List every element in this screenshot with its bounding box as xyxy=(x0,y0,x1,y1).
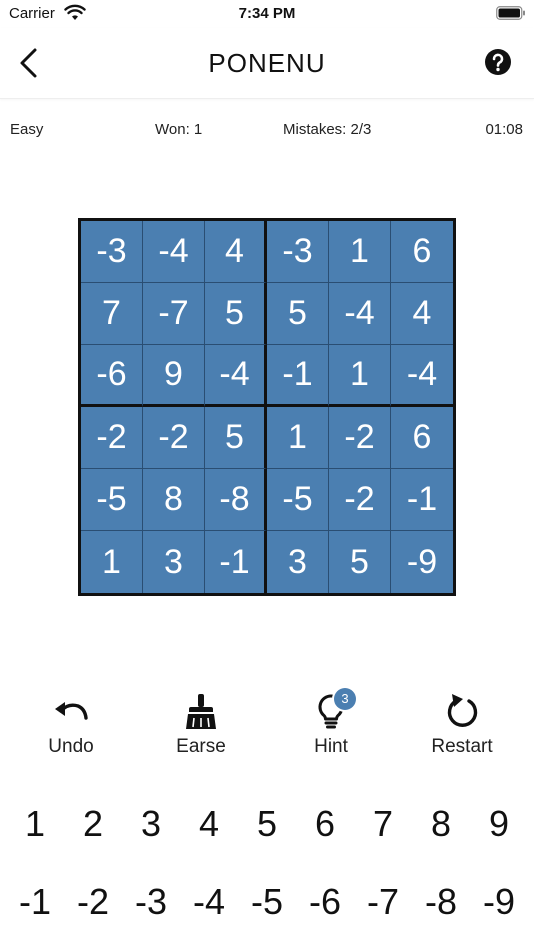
board-cell[interactable]: 5 xyxy=(205,407,267,469)
board-cell[interactable]: 9 xyxy=(143,345,205,407)
board-cell[interactable]: -3 xyxy=(267,221,329,283)
erase-button[interactable]: Earse xyxy=(146,688,256,766)
board-cell[interactable]: -5 xyxy=(267,469,329,531)
keypad-key[interactable]: 1 xyxy=(6,796,64,852)
status-time: 7:34 PM xyxy=(238,5,296,22)
board-cell[interactable]: -2 xyxy=(81,407,143,469)
toolbar: Undo Earse 3 Hint Restart xyxy=(0,688,534,768)
hint-count-badge: 3 xyxy=(334,688,356,710)
undo-button[interactable]: Undo xyxy=(16,688,126,766)
board-cell[interactable]: 3 xyxy=(267,531,329,593)
board-cell[interactable]: -4 xyxy=(391,345,453,407)
board-cell[interactable]: -6 xyxy=(81,345,143,407)
board-cell[interactable]: -4 xyxy=(329,283,391,345)
board-cell[interactable]: -1 xyxy=(391,469,453,531)
board-cell[interactable]: -5 xyxy=(81,469,143,531)
erase-label: Earse xyxy=(176,736,226,757)
game-stats: Easy Won: 1 Mistakes: 2/3 01:08 xyxy=(0,118,534,142)
difficulty-label: Easy xyxy=(10,121,44,138)
keypad-key[interactable]: 6 xyxy=(296,796,354,852)
keypad-key[interactable]: -3 xyxy=(122,874,180,930)
board-cell[interactable]: 1 xyxy=(329,345,391,407)
negative-keys-row: -1 -2 -3 -4 -5 -6 -7 -8 -9 xyxy=(6,874,528,930)
keypad-key[interactable]: -6 xyxy=(296,874,354,930)
undo-icon xyxy=(55,702,88,720)
status-bar: Carrier 7:34 PM xyxy=(0,0,534,28)
keypad-key[interactable]: -7 xyxy=(354,874,412,930)
board-cell[interactable]: 6 xyxy=(391,221,453,283)
positive-keys-row: 123456789 xyxy=(6,796,528,852)
keypad-key[interactable]: 7 xyxy=(354,796,412,852)
board-cell[interactable]: -2 xyxy=(329,469,391,531)
keypad-key[interactable]: 8 xyxy=(412,796,470,852)
board-cell[interactable]: 1 xyxy=(267,407,329,469)
board-cell[interactable]: 5 xyxy=(205,283,267,345)
keypad-key[interactable]: -5 xyxy=(238,874,296,930)
keypad-key[interactable]: -2 xyxy=(64,874,122,930)
hint-button[interactable]: 3 Hint xyxy=(276,688,386,766)
board-cell[interactable]: 8 xyxy=(143,469,205,531)
board-cell[interactable]: -4 xyxy=(143,221,205,283)
hint-label: Hint xyxy=(314,736,348,757)
board-cell[interactable]: 7 xyxy=(81,283,143,345)
board-cell[interactable]: -8 xyxy=(205,469,267,531)
board-cell[interactable]: 5 xyxy=(267,283,329,345)
keypad-key[interactable]: -9 xyxy=(470,874,528,930)
board-cell[interactable]: 4 xyxy=(391,283,453,345)
board-cell[interactable]: -3 xyxy=(81,221,143,283)
nav-bar: PONENU xyxy=(0,28,534,99)
keypad-key[interactable]: 2 xyxy=(64,796,122,852)
board-cell[interactable]: 3 xyxy=(143,531,205,593)
page-title: PONENU xyxy=(208,48,326,78)
board-cell[interactable]: -2 xyxy=(143,407,205,469)
battery-icon xyxy=(496,6,525,20)
number-keypad: 123456789 -1 -2 -3 -4 -5 -6 -7 -8 -9 xyxy=(6,796,528,936)
brush-icon xyxy=(186,694,216,729)
puzzle-board: -3 -4 4 -3 1 6 7 -7 5 5 -4 4 -6 9 -4 -1 1 -4 -2 -2 5 1 -2 6 -5 8-… xyxy=(78,218,456,596)
restart-label: Restart xyxy=(431,736,493,757)
board-cell[interactable]: -1 xyxy=(267,345,329,407)
restart-button[interactable]: Restart xyxy=(407,688,517,766)
help-question-icon[interactable] xyxy=(484,48,512,76)
keypad-key[interactable]: -4 xyxy=(180,874,238,930)
board-cell[interactable]: 1 xyxy=(81,531,143,593)
board-cell[interactable]: 5 xyxy=(329,531,391,593)
keypad-key[interactable]: 5 xyxy=(238,796,296,852)
board-cell[interactable]: -1 xyxy=(205,531,267,593)
keypad-key[interactable]: 3 xyxy=(122,796,180,852)
board-cell[interactable]: -9 xyxy=(391,531,453,593)
board-cell[interactable]: 6 xyxy=(391,407,453,469)
board-cell[interactable]: 4 xyxy=(205,221,267,283)
undo-label: Undo xyxy=(48,736,94,757)
restart-icon xyxy=(447,694,478,727)
keypad-key[interactable]: 4 xyxy=(180,796,238,852)
keypad-key[interactable]: 9 xyxy=(470,796,528,852)
mistakes-count: Mistakes: 2/3 xyxy=(283,121,372,138)
board-cell[interactable]: -2 xyxy=(329,407,391,469)
board-cell[interactable]: -7 xyxy=(143,283,205,345)
keypad-key[interactable]: -1 xyxy=(6,874,64,930)
won-count: Won: 1 xyxy=(155,121,203,138)
keypad-key[interactable]: -8 xyxy=(412,874,470,930)
game-timer: 01:08 xyxy=(485,121,523,138)
board-cell[interactable]: 1 xyxy=(329,221,391,283)
board-cell[interactable]: -4 xyxy=(205,345,267,407)
